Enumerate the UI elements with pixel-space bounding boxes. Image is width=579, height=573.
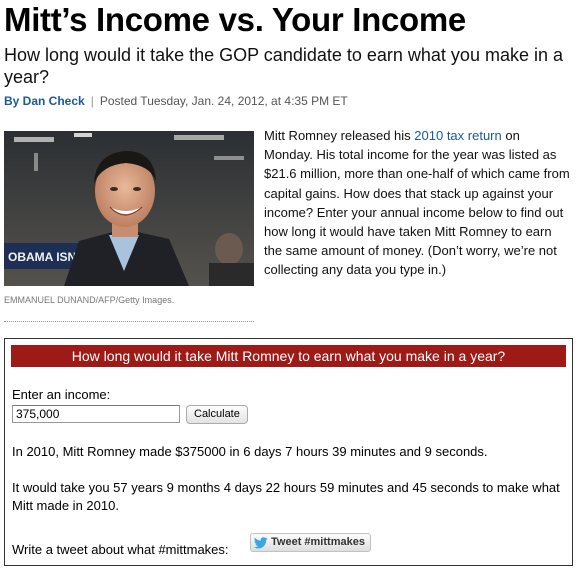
byline: By Dan Check | Posted Tuesday, Jan. 24, 20…	[4, 93, 348, 109]
twitter-bird-icon	[254, 536, 268, 549]
byline-separator: |	[90, 94, 94, 108]
divider	[4, 321, 254, 322]
article-dek: How long would it take the GOP candidate…	[4, 45, 563, 87]
result-your-time: It would take you 57 years 9 months 4 da…	[12, 480, 560, 513]
calculate-button[interactable]: Calculate	[186, 405, 248, 424]
income-input[interactable]	[12, 405, 180, 423]
body-text-rest: on Monday. His total income for the year…	[264, 128, 570, 278]
calculator-banner: How long would it take Mitt Romney to ea…	[11, 345, 566, 367]
posted-date: Posted Tuesday, Jan. 24, 2012, at 4:35 P…	[99, 94, 348, 108]
body-text-intro: Mitt Romney released his	[264, 128, 415, 143]
article-headline: Mitt’s Income vs. Your Income	[4, 1, 466, 38]
article-photo: OBAMA ISN'T W	[4, 131, 254, 286]
author-link[interactable]: By Dan Check	[4, 94, 85, 108]
income-label: Enter an income:	[12, 387, 111, 402]
photo-illustration: OBAMA ISN'T W	[4, 131, 254, 286]
tax-return-link[interactable]: 2010 tax return	[414, 128, 501, 143]
tweet-prompt: Write a tweet about what #mittmakes:	[12, 542, 229, 557]
photo-credit: EMMANUEL DUNAND/AFP/Getty Images.	[4, 295, 175, 305]
result-mitt-time: In 2010, Mitt Romney made $375000 in 6 d…	[12, 444, 488, 459]
income-calculator: How long would it take Mitt Romney to ea…	[4, 338, 573, 566]
article-body: Mitt Romney released his 2010 tax return…	[264, 126, 572, 280]
tweet-button-label: Tweet #mittmakes	[271, 536, 365, 548]
tweet-button[interactable]: Tweet #mittmakes	[250, 533, 371, 552]
